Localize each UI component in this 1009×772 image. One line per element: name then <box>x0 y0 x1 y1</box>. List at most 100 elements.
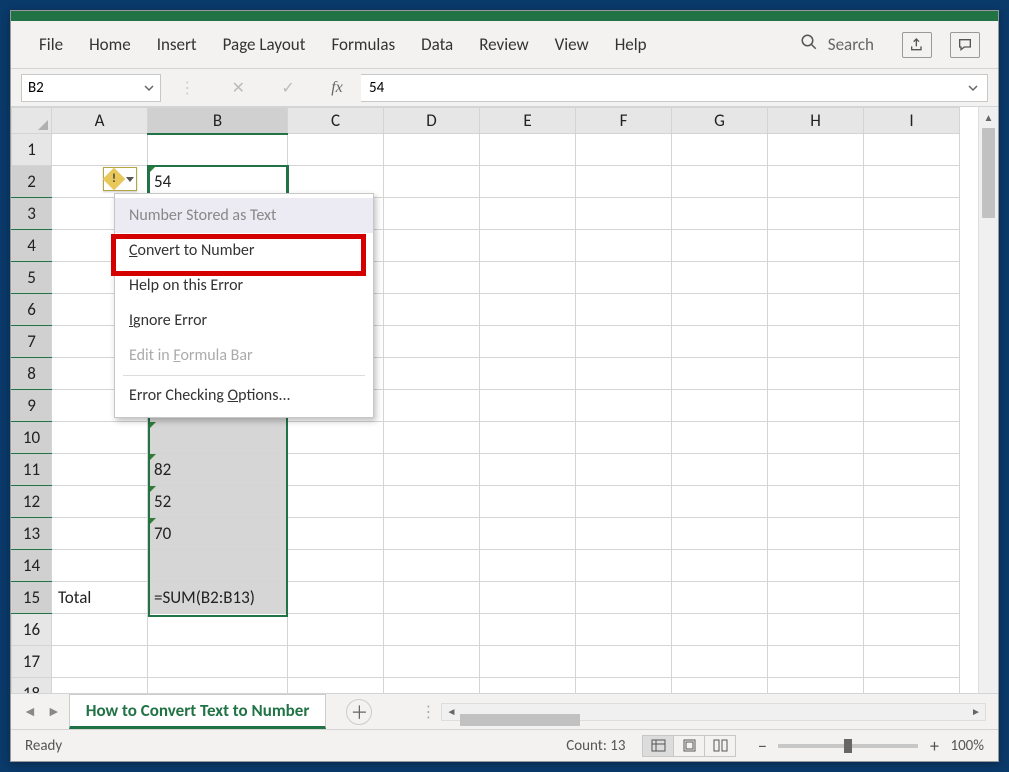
cell-D11[interactable] <box>384 454 480 486</box>
cell-D12[interactable] <box>384 486 480 518</box>
cell-A13[interactable] <box>52 518 148 550</box>
row-header-2[interactable]: 2 <box>12 166 52 198</box>
row-header-11[interactable]: 11 <box>12 454 52 486</box>
cell-A14[interactable] <box>52 550 148 582</box>
cell-E7[interactable] <box>480 326 576 358</box>
cell-F1[interactable] <box>576 134 672 166</box>
cell-I9[interactable] <box>864 390 960 422</box>
cell-B14[interactable] <box>148 550 288 582</box>
comments-icon[interactable] <box>950 32 980 58</box>
cell-F17[interactable] <box>576 646 672 678</box>
col-header-A[interactable]: A <box>52 108 148 134</box>
row-header-9[interactable]: 9 <box>12 390 52 422</box>
cell-A18[interactable] <box>52 678 148 694</box>
sheet-tab-active[interactable]: How to Convert Text to Number <box>69 694 327 729</box>
tab-page-layout[interactable]: Page Layout <box>213 28 316 61</box>
cell-G14[interactable] <box>672 550 768 582</box>
menu-item-2[interactable]: Ignore Error <box>115 303 373 338</box>
cell-G10[interactable] <box>672 422 768 454</box>
menu-item-1[interactable]: Help on this Error <box>115 268 373 303</box>
row-header-18[interactable]: 18 <box>12 678 52 694</box>
cell-I11[interactable] <box>864 454 960 486</box>
cell-E8[interactable] <box>480 358 576 390</box>
cell-G16[interactable] <box>672 614 768 646</box>
scrollbar-thumb[interactable] <box>982 128 995 218</box>
col-header-C[interactable]: C <box>288 108 384 134</box>
cell-I13[interactable] <box>864 518 960 550</box>
cell-G7[interactable] <box>672 326 768 358</box>
cell-G18[interactable] <box>672 678 768 694</box>
cell-I12[interactable] <box>864 486 960 518</box>
col-header-I[interactable]: I <box>864 108 960 134</box>
cell-F6[interactable] <box>576 294 672 326</box>
name-box[interactable]: B2 <box>21 74 161 102</box>
cell-F10[interactable] <box>576 422 672 454</box>
cell-H2[interactable] <box>768 166 864 198</box>
cell-D3[interactable] <box>384 198 480 230</box>
cell-B18[interactable] <box>148 678 288 694</box>
tab-help[interactable]: Help <box>605 28 657 61</box>
cell-H5[interactable] <box>768 262 864 294</box>
cell-E11[interactable] <box>480 454 576 486</box>
cell-G15[interactable] <box>672 582 768 614</box>
cell-I17[interactable] <box>864 646 960 678</box>
cell-I10[interactable] <box>864 422 960 454</box>
cell-D8[interactable] <box>384 358 480 390</box>
cell-D5[interactable] <box>384 262 480 294</box>
view-page-break-button[interactable] <box>704 735 736 757</box>
cell-F5[interactable] <box>576 262 672 294</box>
cell-H6[interactable] <box>768 294 864 326</box>
cell-G3[interactable] <box>672 198 768 230</box>
cell-A17[interactable] <box>52 646 148 678</box>
cell-D1[interactable] <box>384 134 480 166</box>
view-normal-button[interactable] <box>642 735 674 757</box>
cell-C12[interactable] <box>288 486 384 518</box>
menu-item-5[interactable]: Error Checking Options... <box>115 378 373 413</box>
cell-F11[interactable] <box>576 454 672 486</box>
cell-H9[interactable] <box>768 390 864 422</box>
col-header-H[interactable]: H <box>768 108 864 134</box>
cell-B15[interactable]: =SUM(B2:B13) <box>148 582 288 614</box>
cell-E18[interactable] <box>480 678 576 694</box>
cell-D10[interactable] <box>384 422 480 454</box>
row-header-6[interactable]: 6 <box>12 294 52 326</box>
cell-D6[interactable] <box>384 294 480 326</box>
scroll-up-icon[interactable]: ▲ <box>979 107 998 127</box>
enter-button[interactable]: ✓ <box>281 78 294 98</box>
cell-I6[interactable] <box>864 294 960 326</box>
cell-C18[interactable] <box>288 678 384 694</box>
horizontal-scrollbar[interactable]: ◄ ► <box>441 703 986 721</box>
col-header-F[interactable]: F <box>576 108 672 134</box>
tab-review[interactable]: Review <box>469 28 538 61</box>
row-header-8[interactable]: 8 <box>12 358 52 390</box>
cell-C11[interactable] <box>288 454 384 486</box>
cell-F12[interactable] <box>576 486 672 518</box>
row-header-16[interactable]: 16 <box>12 614 52 646</box>
cell-F15[interactable] <box>576 582 672 614</box>
cell-G9[interactable] <box>672 390 768 422</box>
view-page-layout-button[interactable] <box>673 735 705 757</box>
cell-G2[interactable] <box>672 166 768 198</box>
cell-I15[interactable] <box>864 582 960 614</box>
cell-E12[interactable] <box>480 486 576 518</box>
tab-home[interactable]: Home <box>79 28 141 61</box>
cell-F9[interactable] <box>576 390 672 422</box>
cell-H8[interactable] <box>768 358 864 390</box>
cell-C1[interactable] <box>288 134 384 166</box>
select-all-corner[interactable] <box>12 108 52 134</box>
cell-B17[interactable] <box>148 646 288 678</box>
cell-I18[interactable] <box>864 678 960 694</box>
cell-A10[interactable] <box>52 422 148 454</box>
cell-H18[interactable] <box>768 678 864 694</box>
cell-E9[interactable] <box>480 390 576 422</box>
cell-H16[interactable] <box>768 614 864 646</box>
cell-G1[interactable] <box>672 134 768 166</box>
fx-icon[interactable]: fx <box>331 79 343 97</box>
tab-data[interactable]: Data <box>411 28 463 61</box>
cancel-button[interactable]: ✕ <box>232 78 245 98</box>
cell-D4[interactable] <box>384 230 480 262</box>
cell-F4[interactable] <box>576 230 672 262</box>
cell-I16[interactable] <box>864 614 960 646</box>
cell-E4[interactable] <box>480 230 576 262</box>
cell-H15[interactable] <box>768 582 864 614</box>
